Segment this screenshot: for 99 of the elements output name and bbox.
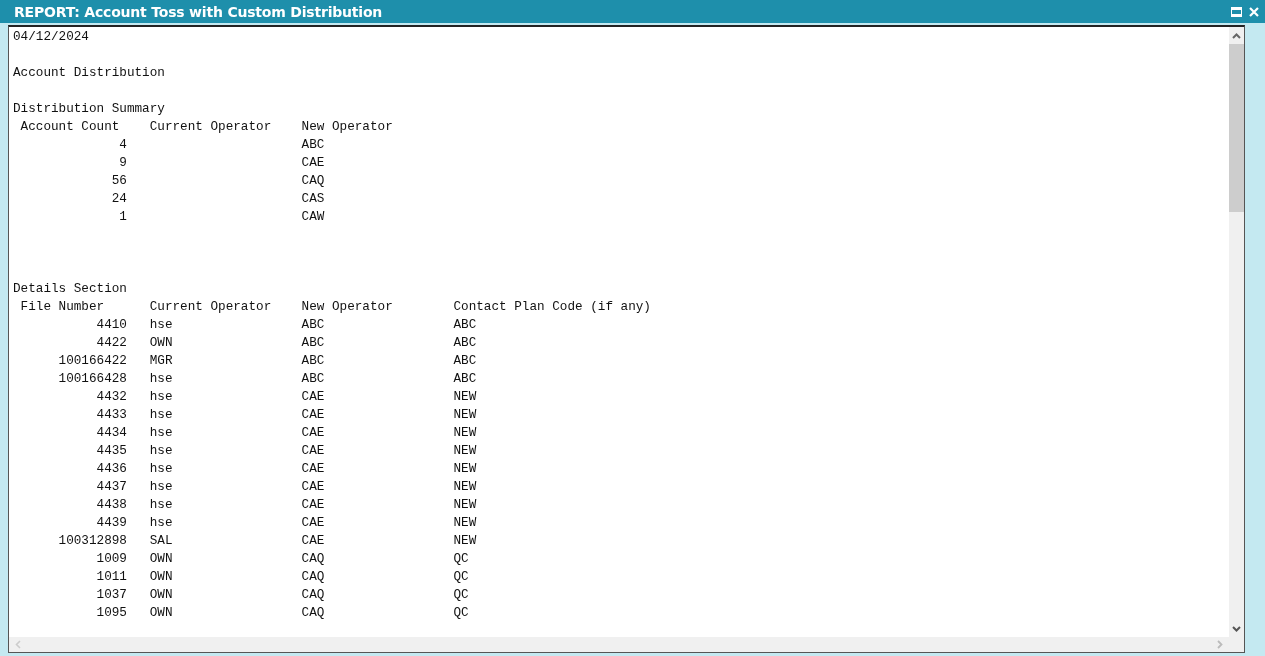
table-cell-text: CAE (301, 424, 326, 442)
table-cell-text: hse (149, 406, 174, 424)
table-cell-text: CAE (301, 388, 326, 406)
scroll-left-icon[interactable] (15, 640, 21, 649)
table-cell-text: CAQ (301, 172, 326, 190)
window-title: REPORT: Account Toss with Custom Distribution (14, 3, 384, 20)
maximize-icon[interactable] (1231, 6, 1242, 17)
table-cell-text: CAE (301, 460, 326, 478)
table-cell-text: 4410 (95, 316, 128, 334)
table-cell-text: OWN (149, 586, 174, 604)
table-cell-text: 4437 (95, 478, 128, 496)
table-cell-text: CAE (301, 478, 326, 496)
table-cell-text: QC (453, 550, 470, 568)
table-cell-text: 4433 (95, 406, 128, 424)
table-cell-text: ABC (453, 334, 478, 352)
table-cell-text: ABC (453, 370, 478, 388)
table-cell-text: CAE (301, 154, 326, 172)
table-cell-text: ABC (301, 334, 326, 352)
column-header: New Operator (301, 298, 394, 316)
table-cell-text: ABC (301, 370, 326, 388)
table-cell-text: QC (453, 568, 470, 586)
vertical-scrollbar[interactable] (1229, 27, 1244, 637)
table-cell-text: NEW (453, 388, 478, 406)
table-cell-text: 1037 (95, 586, 128, 604)
table-cell-text: CAE (301, 514, 326, 532)
column-header: Contact Plan Code (if any) (453, 298, 652, 316)
table-cell-text: NEW (453, 442, 478, 460)
table-cell-text: ABC (453, 316, 478, 334)
table-cell-text: ABC (301, 352, 326, 370)
table-cell-text: CAW (301, 208, 326, 226)
table-cell-text: CAQ (301, 586, 326, 604)
table-cell-text: OWN (149, 604, 174, 622)
table-cell-text: ABC (301, 316, 326, 334)
table-cell-text: 100166428 (57, 370, 128, 388)
table-cell-text: NEW (453, 532, 478, 550)
table-cell-text: NEW (453, 496, 478, 514)
horizontal-scrollbar[interactable] (9, 637, 1229, 652)
table-cell-text: 4422 (95, 334, 128, 352)
table-cell-text: QC (453, 604, 470, 622)
table-cell-text: hse (149, 478, 174, 496)
table-cell-text: hse (149, 496, 174, 514)
table-cell-text: NEW (453, 514, 478, 532)
column-header: File Number (19, 298, 106, 316)
scroll-down-icon[interactable] (1232, 625, 1241, 632)
column-header: Current Operator (149, 118, 273, 136)
table-cell-text: 1011 (95, 568, 128, 586)
scroll-up-icon[interactable] (1232, 32, 1241, 39)
column-header: Current Operator (149, 298, 273, 316)
table-cell-text: 4432 (95, 388, 128, 406)
table-cell-text: QC (453, 586, 470, 604)
table-cell-text: 9 (118, 154, 128, 172)
table-cell-text: CAE (301, 442, 326, 460)
scroll-right-icon[interactable] (1217, 640, 1223, 649)
table-cell-text: CAE (301, 532, 326, 550)
table-cell-text: CAE (301, 496, 326, 514)
table-cell-text: CAS (301, 190, 326, 208)
table-cell-text: NEW (453, 478, 478, 496)
table-cell-text: NEW (453, 424, 478, 442)
table-cell-text: ABC (301, 136, 326, 154)
table-cell-text: CAE (301, 406, 326, 424)
table-cell-text: 1009 (95, 550, 128, 568)
scrollbar-thumb[interactable] (1229, 44, 1244, 212)
table-cell-text: OWN (149, 550, 174, 568)
table-cell-text: 56 (110, 172, 128, 190)
table-cell-text: 4434 (95, 424, 128, 442)
column-header: New Operator (301, 118, 394, 136)
table-cell-text: hse (149, 424, 174, 442)
table-cell-text: OWN (149, 568, 174, 586)
table-cell-text: 100312898 (57, 532, 128, 550)
section-title: Distribution Summary (13, 101, 165, 116)
table-cell-text: CAQ (301, 604, 326, 622)
table-cell-text: hse (149, 388, 174, 406)
table-cell-text: 100166422 (57, 352, 128, 370)
table-cell-text: 1095 (95, 604, 128, 622)
table-cell-text: hse (149, 460, 174, 478)
table-cell-text: 4435 (95, 442, 128, 460)
table-cell-text: 1 (118, 208, 128, 226)
table-cell-text: hse (149, 370, 174, 388)
table-cell-text: NEW (453, 406, 478, 424)
table-cell-text: MGR (149, 352, 174, 370)
table-cell-text: 4439 (95, 514, 128, 532)
table-cell-text: 24 (110, 190, 128, 208)
close-icon[interactable] (1249, 6, 1259, 17)
table-cell-text: 4 (118, 136, 128, 154)
table-cell-text: ABC (453, 352, 478, 370)
table-cell-text: CAQ (301, 550, 326, 568)
table-cell-text: CAQ (301, 568, 326, 586)
table-cell-text: OWN (149, 334, 174, 352)
table-cell-text: SAL (149, 532, 174, 550)
table-cell-text: 4436 (95, 460, 128, 478)
section-title: Details Section (13, 281, 127, 296)
table-cell-text: NEW (453, 460, 478, 478)
report-date: 04/12/2024 (13, 29, 89, 44)
table-cell-text: hse (149, 316, 174, 334)
table-cell-text: hse (149, 514, 174, 532)
column-header: Account Count (19, 118, 121, 136)
table-cell-text: 4438 (95, 496, 128, 514)
report-heading: Account Distribution (13, 65, 165, 80)
table-cell-text: hse (149, 442, 174, 460)
